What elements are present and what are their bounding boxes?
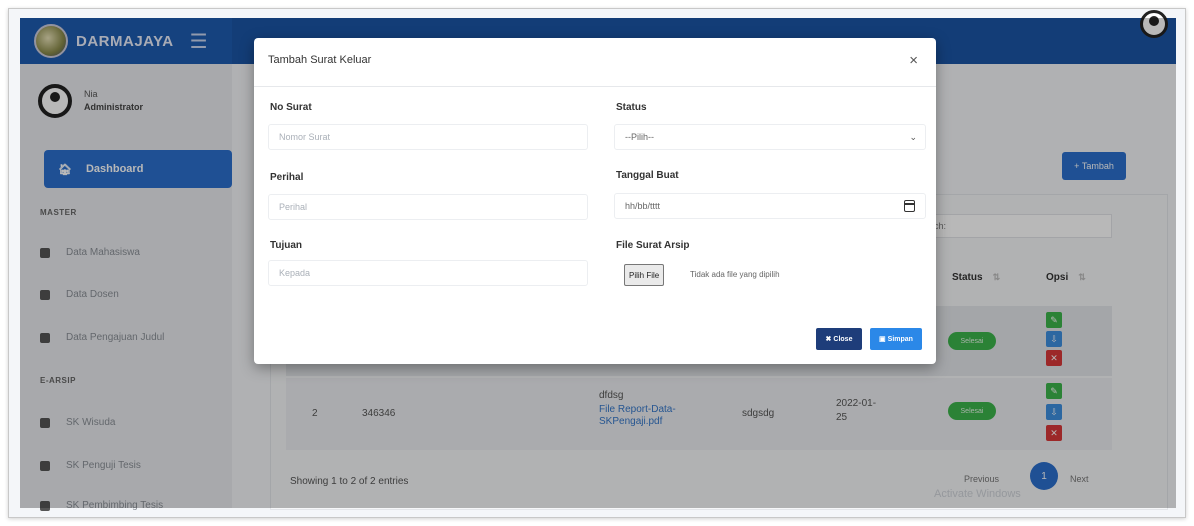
tujuan-input[interactable]: Kepada [268,260,588,286]
status-select-value: --Pilih-- [625,132,654,142]
close-icon: ✖ [825,336,832,343]
choose-file-button[interactable]: Pilih File [624,264,665,286]
modal-title: Tambah Surat Keluar [268,54,372,66]
calendar-icon[interactable] [904,200,915,212]
tanggal-buat-input[interactable]: hh/bb/tttt [614,193,926,219]
perihal-input[interactable]: Perihal [268,194,588,220]
close-button-label: Close [833,335,853,343]
simpan-button-label: Simpan [887,335,913,343]
chevron-down-icon: ⌄ [909,132,917,142]
label-tanggal-buat: Tanggal Buat [616,170,679,181]
no-surat-input[interactable]: Nomor Surat [268,124,588,150]
close-icon[interactable]: × [909,52,918,69]
label-tujuan: Tujuan [270,240,303,251]
label-file-surat-arsip: File Surat Arsip [616,240,690,251]
status-select[interactable]: --Pilih-- ⌄ [614,124,926,150]
save-icon: ▣ [879,336,886,343]
close-button[interactable]: ✖ Close [816,328,862,350]
date-value: hh/bb/tttt [625,201,661,211]
file-status-text: Tidak ada file yang dipilih [690,270,780,279]
label-status: Status [616,102,647,113]
label-no-surat: No Surat [270,102,312,113]
modal-header: Tambah Surat Keluar × [254,38,936,87]
simpan-button[interactable]: ▣ Simpan [870,328,922,350]
label-perihal: Perihal [270,172,304,183]
